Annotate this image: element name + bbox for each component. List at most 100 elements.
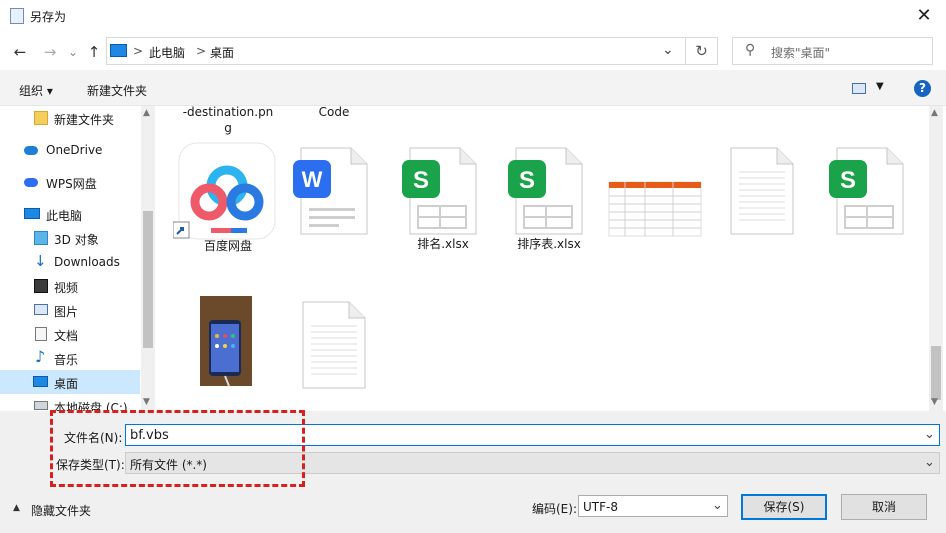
sidebar-item-videos[interactable]: 视频 xyxy=(0,274,140,298)
sidebar-item-3d-objects[interactable]: 3D 对象 xyxy=(0,226,140,250)
wps-writer-icon: W xyxy=(293,147,368,235)
phone-photo-thumbnail xyxy=(200,296,252,387)
sidebar-item-label: 此电脑 xyxy=(46,209,83,223)
svg-text:S: S xyxy=(840,167,856,194)
back-button[interactable]: ← xyxy=(10,42,30,62)
refresh-button[interactable]: ↻ xyxy=(686,37,718,65)
sidebar-item-label: 新建文件夹 xyxy=(54,113,115,127)
annotation-highlight-box xyxy=(50,410,305,487)
sidebar-item-pictures[interactable]: 图片 xyxy=(0,298,140,322)
svg-text:W: W xyxy=(302,167,323,192)
encoding-value: UTF-8 xyxy=(583,500,618,514)
svg-text:S: S xyxy=(519,167,535,194)
sidebar-item-music[interactable]: ♪ 音乐 xyxy=(0,346,140,370)
window-title: 另存为 xyxy=(30,10,67,24)
list-item[interactable]: S xyxy=(815,146,925,238)
breadcrumb-this-pc[interactable]: 此电脑 xyxy=(149,44,185,61)
scroll-up-icon[interactable]: ▲ xyxy=(931,108,938,118)
list-item[interactable]: S 排名.xlsx xyxy=(388,146,498,252)
file-list-scrollbar-thumb[interactable] xyxy=(931,346,941,400)
search-icon: ⚲ xyxy=(745,42,756,58)
scroll-down-icon[interactable]: ▼ xyxy=(931,397,938,407)
view-dropdown-icon[interactable]: ▼ xyxy=(876,81,884,92)
sidebar-item-wps-cloud[interactable]: WPS网盘 xyxy=(0,170,140,194)
list-item[interactable] xyxy=(601,176,711,238)
sidebar-item-label: WPS网盘 xyxy=(46,177,97,191)
sidebar-item-label: 桌面 xyxy=(54,377,79,391)
sidebar-item-downloads[interactable]: ↓ Downloads xyxy=(0,250,140,274)
cancel-button[interactable]: 取消 xyxy=(841,494,927,520)
organize-button[interactable]: 组织 ▾ xyxy=(19,82,53,99)
sidebar-item-local-disk[interactable]: 本地磁盘 (C:) xyxy=(0,394,140,411)
close-button[interactable]: ✕ xyxy=(912,4,936,28)
recent-locations-button[interactable]: ⌄ xyxy=(63,42,83,62)
sidebar-item-desktop[interactable]: 桌面 xyxy=(0,370,140,394)
hide-folders-button[interactable]: 隐藏文件夹 xyxy=(31,502,91,519)
download-icon: ↓ xyxy=(34,252,47,270)
sidebar-item-onedrive[interactable]: OneDrive xyxy=(0,138,140,162)
collapse-arrow-icon[interactable]: ▲ xyxy=(13,503,20,513)
list-item[interactable] xyxy=(707,146,817,238)
document-icon xyxy=(35,327,47,341)
list-item[interactable] xyxy=(279,300,389,392)
file-name-partial[interactable]: Code xyxy=(279,106,389,120)
sidebar-item-label: 视频 xyxy=(54,281,79,295)
save-as-dialog-icon xyxy=(10,8,24,24)
wps-spreadsheet-icon: S xyxy=(829,147,904,235)
sidebar-item-this-pc[interactable]: 此电脑 xyxy=(0,202,140,226)
sidebar-item-new-folder[interactable]: 新建文件夹 xyxy=(0,106,140,130)
file-name: 百度网盘 xyxy=(203,239,252,253)
picture-icon xyxy=(34,304,48,315)
address-dropdown-icon[interactable]: ⌄ xyxy=(662,42,674,58)
save-button[interactable]: 保存(S) xyxy=(741,494,827,520)
navigation-pane: 新建文件夹 OneDrive WPS网盘 此电脑 3D 对象 ↓ Downloa… xyxy=(0,106,155,411)
cloud-icon xyxy=(24,146,38,155)
sidebar-item-label: OneDrive xyxy=(46,143,103,157)
up-button[interactable]: ↑ xyxy=(84,42,104,62)
wps-spreadsheet-icon: S xyxy=(508,147,583,235)
filetype-dropdown-icon[interactable]: ⌄ xyxy=(924,455,935,470)
svg-text:S: S xyxy=(413,167,429,194)
baidu-netdisk-icon xyxy=(173,142,276,240)
sidebar-item-label: Downloads xyxy=(54,255,120,269)
computer-icon xyxy=(110,44,127,57)
breadcrumb-desktop[interactable]: 桌面 xyxy=(210,44,234,61)
drive-icon xyxy=(34,401,48,410)
forward-button[interactable]: → xyxy=(40,42,60,62)
scroll-up-icon[interactable]: ▲ xyxy=(143,108,150,118)
view-options-icon[interactable] xyxy=(852,83,866,94)
search-placeholder: 搜索"桌面" xyxy=(771,46,831,60)
encoding-label: 编码(E): xyxy=(532,502,577,516)
search-input[interactable] xyxy=(732,37,933,65)
file-name-partial[interactable]: -destination.pn g xyxy=(173,106,283,136)
title-bar xyxy=(0,0,946,32)
file-name: 排名.xlsx xyxy=(417,237,469,251)
sidebar-item-documents[interactable]: 文档 xyxy=(0,322,140,346)
breadcrumb-separator-icon: > xyxy=(133,44,144,58)
music-icon: ♪ xyxy=(35,347,46,366)
table-thumbnail-icon xyxy=(608,181,702,237)
text-document-icon xyxy=(302,301,366,389)
list-item[interactable] xyxy=(173,296,283,388)
new-folder-button[interactable]: 新建文件夹 xyxy=(87,82,147,99)
list-item[interactable]: 百度网盘 xyxy=(173,142,283,254)
file-name: 排序表.xlsx xyxy=(517,237,581,251)
scroll-down-icon[interactable]: ▼ xyxy=(143,397,150,407)
encoding-dropdown-icon[interactable]: ⌄ xyxy=(712,498,723,513)
help-button[interactable]: ? xyxy=(914,80,931,97)
list-item[interactable]: S 排序表.xlsx xyxy=(494,146,604,252)
file-list: -destination.pn g Code 百度网盘 W S 排名.xlsx … xyxy=(160,106,930,411)
desktop-icon xyxy=(33,376,48,387)
breadcrumb-separator-icon: > xyxy=(196,44,207,58)
text-document-icon xyxy=(730,147,794,235)
sidebar-scrollbar-thumb[interactable] xyxy=(143,211,153,348)
cube-icon xyxy=(34,231,48,245)
sidebar-item-label: 图片 xyxy=(54,305,79,319)
cloud-icon xyxy=(24,178,38,187)
folder-icon xyxy=(34,111,48,125)
wps-spreadsheet-icon: S xyxy=(402,147,477,235)
address-bar[interactable] xyxy=(106,37,686,65)
sidebar-item-label: 音乐 xyxy=(54,353,79,367)
list-item[interactable]: W xyxy=(279,146,389,238)
filename-dropdown-icon[interactable]: ⌄ xyxy=(924,427,935,442)
